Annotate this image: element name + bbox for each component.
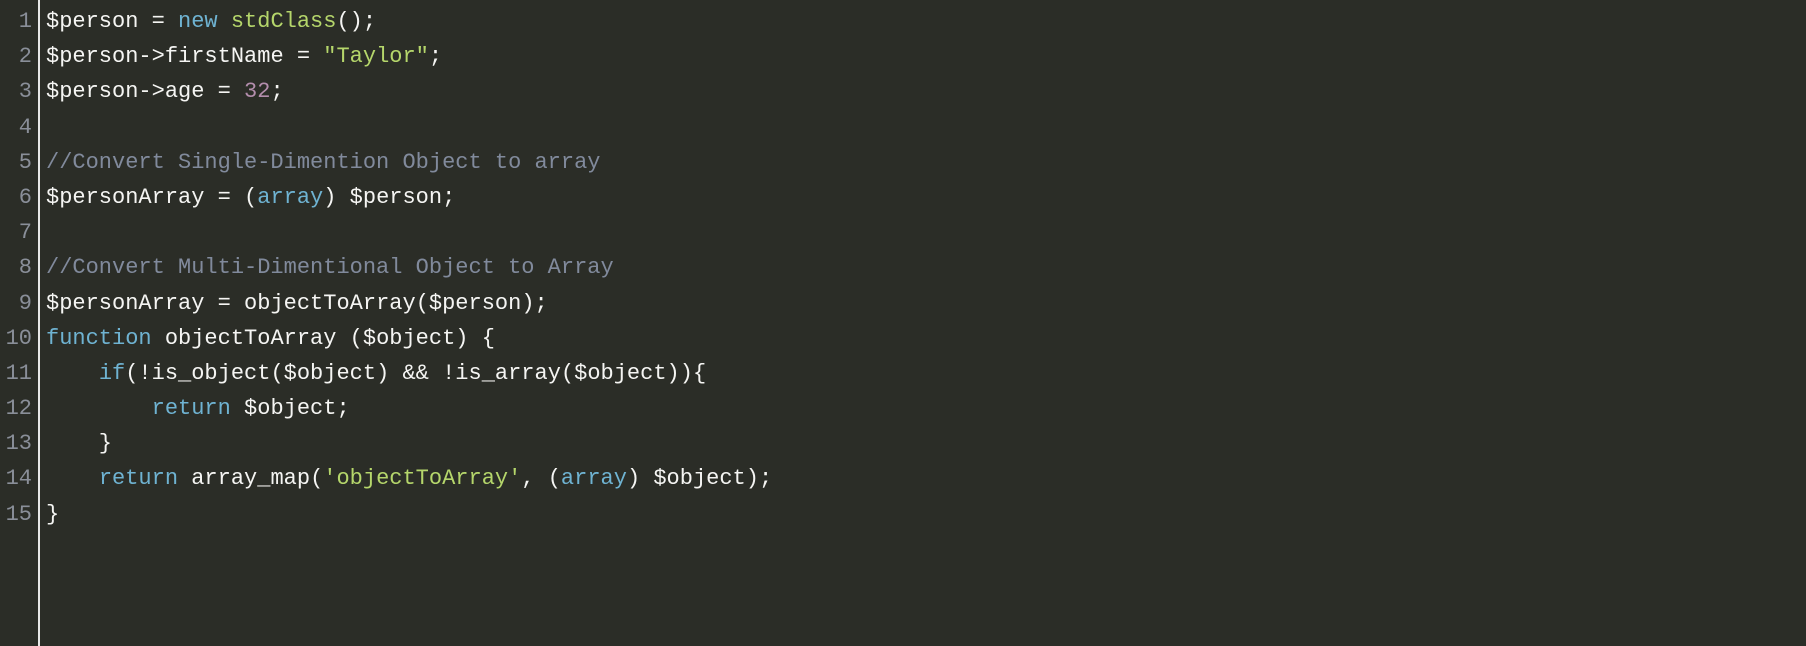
code-token: $person <box>429 291 521 316</box>
code-token: //Convert Single-Dimention Object to arr… <box>46 150 601 175</box>
line-number: 3 <box>4 74 32 109</box>
code-token: $personArray <box>46 291 204 316</box>
code-token: array_map <box>191 466 310 491</box>
code-line[interactable]: return $object; <box>46 391 1806 426</box>
line-number: 12 <box>4 391 32 426</box>
code-token: $person <box>46 79 138 104</box>
line-number: 6 <box>4 180 32 215</box>
code-token <box>218 9 231 34</box>
code-token: = <box>204 291 244 316</box>
code-token: $object <box>363 326 455 351</box>
code-token: ( <box>416 291 429 316</box>
code-token: ( <box>270 361 283 386</box>
code-token: $person <box>46 44 138 69</box>
code-line[interactable]: function objectToArray ($object) { <box>46 321 1806 356</box>
code-line[interactable]: } <box>46 497 1806 532</box>
code-token: )){ <box>667 361 707 386</box>
code-token: (! <box>125 361 151 386</box>
code-line[interactable]: if(!is_object($object) && !is_array($obj… <box>46 356 1806 391</box>
code-line[interactable]: $person->age = 32; <box>46 74 1806 109</box>
code-token: //Convert Multi-Dimentional Object to Ar… <box>46 255 614 280</box>
code-token: array <box>257 185 323 210</box>
code-token: ); <box>521 291 547 316</box>
code-token: $personArray <box>46 185 204 210</box>
code-line[interactable]: //Convert Multi-Dimentional Object to Ar… <box>46 250 1806 285</box>
code-token: new <box>178 9 218 34</box>
code-token: } <box>46 502 59 527</box>
code-token: $object <box>574 361 666 386</box>
code-token: is_array <box>455 361 561 386</box>
line-number: 7 <box>4 215 32 250</box>
code-line[interactable]: //Convert Single-Dimention Object to arr… <box>46 145 1806 180</box>
code-token: = <box>284 44 324 69</box>
code-token: $object <box>284 361 376 386</box>
line-number: 8 <box>4 250 32 285</box>
code-token: objectToArray <box>165 326 337 351</box>
code-token: ( <box>561 361 574 386</box>
code-token: = ( <box>204 185 257 210</box>
code-token <box>152 326 165 351</box>
code-token: $object <box>244 396 336 421</box>
code-token: 'objectToArray' <box>323 466 521 491</box>
code-line[interactable]: $person->firstName = "Taylor"; <box>46 39 1806 74</box>
code-token: firstName <box>165 44 284 69</box>
code-token: ) && ! <box>376 361 455 386</box>
code-token: $person <box>46 9 138 34</box>
code-token: -> <box>138 44 164 69</box>
code-token: ( <box>310 466 323 491</box>
code-token: = <box>204 79 244 104</box>
code-token: return <box>152 396 231 421</box>
code-token <box>46 396 152 421</box>
code-token: ; <box>336 396 349 421</box>
line-number: 11 <box>4 356 32 391</box>
code-token: (); <box>336 9 376 34</box>
code-token <box>46 466 99 491</box>
code-token: if <box>99 361 125 386</box>
code-line[interactable]: return array_map('objectToArray', (array… <box>46 461 1806 496</box>
code-token: ) <box>323 185 349 210</box>
code-token: is_object <box>152 361 271 386</box>
line-number: 10 <box>4 321 32 356</box>
code-line[interactable]: $personArray = objectToArray($person); <box>46 286 1806 321</box>
code-token <box>178 466 191 491</box>
line-number-gutter: 123456789101112131415 <box>0 0 40 646</box>
code-line[interactable]: } <box>46 426 1806 461</box>
code-token: "Taylor" <box>323 44 429 69</box>
code-token: ; <box>442 185 455 210</box>
code-token: ; <box>429 44 442 69</box>
code-token: return <box>99 466 178 491</box>
code-token <box>231 396 244 421</box>
code-line[interactable] <box>46 215 1806 250</box>
code-editor-area[interactable]: $person = new stdClass();$person->firstN… <box>40 0 1806 646</box>
code-token: function <box>46 326 152 351</box>
code-token: age <box>165 79 205 104</box>
line-number: 1 <box>4 4 32 39</box>
code-token: , ( <box>521 466 561 491</box>
code-token: objectToArray <box>244 291 416 316</box>
code-token: $person <box>350 185 442 210</box>
line-number: 9 <box>4 286 32 321</box>
line-number: 5 <box>4 145 32 180</box>
code-token: ); <box>746 466 772 491</box>
line-number: 14 <box>4 461 32 496</box>
code-token <box>46 361 99 386</box>
code-token: } <box>46 431 112 456</box>
code-token: array <box>561 466 627 491</box>
code-line[interactable]: $person = new stdClass(); <box>46 4 1806 39</box>
code-line[interactable]: $personArray = (array) $person; <box>46 180 1806 215</box>
code-token: ( <box>336 326 362 351</box>
code-line[interactable] <box>46 110 1806 145</box>
code-token: 32 <box>244 79 270 104</box>
code-token: -> <box>138 79 164 104</box>
code-token: ; <box>270 79 283 104</box>
line-number: 15 <box>4 497 32 532</box>
line-number: 2 <box>4 39 32 74</box>
line-number: 4 <box>4 110 32 145</box>
code-token: = <box>138 9 178 34</box>
code-token: ) { <box>455 326 495 351</box>
line-number: 13 <box>4 426 32 461</box>
code-token: stdClass <box>231 9 337 34</box>
code-token: $object <box>653 466 745 491</box>
code-token: ) <box>627 466 653 491</box>
